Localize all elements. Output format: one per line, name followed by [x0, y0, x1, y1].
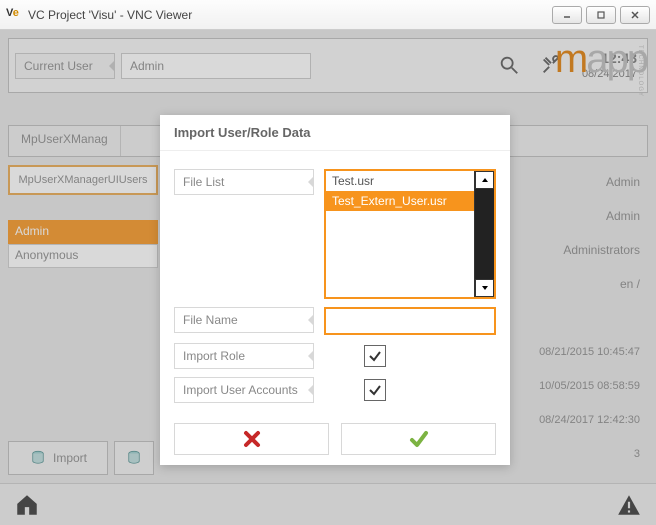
file-list-scrollbar[interactable]: [474, 171, 494, 297]
window-titlebar: Ve VC Project 'Visu' - VNC Viewer: [0, 0, 656, 30]
import-dialog: Import User/Role Data File List Test.usr…: [160, 115, 510, 465]
home-icon[interactable]: [14, 492, 40, 518]
dialog-title: Import User/Role Data: [160, 115, 510, 151]
import-user-accounts-checkbox[interactable]: [364, 379, 386, 401]
app-icon: Ve: [6, 7, 22, 23]
maximize-button[interactable]: [586, 6, 616, 24]
list-item[interactable]: Admin: [8, 220, 158, 244]
warning-icon[interactable]: [616, 492, 642, 518]
app-header: Current User Admin 12:43 08/24/2017 mapp…: [8, 38, 648, 93]
import-button-2[interactable]: [114, 441, 154, 475]
file-list-item[interactable]: Test.usr: [326, 171, 474, 191]
check-icon: [368, 349, 382, 363]
file-list: Test.usrTest_Extern_User.usr: [324, 169, 496, 299]
bg-user-list: Admin Anonymous: [8, 220, 158, 268]
bg-side-tab[interactable]: MpUserXManagerUIUsers: [8, 165, 158, 195]
import-role-checkbox[interactable]: [364, 345, 386, 367]
file-name-label: File Name: [174, 307, 314, 333]
import-button[interactable]: Import: [8, 441, 108, 475]
close-button[interactable]: [620, 6, 650, 24]
app-footer: [0, 483, 656, 525]
database-icon: [125, 449, 143, 467]
list-item[interactable]: Anonymous: [8, 244, 158, 268]
scroll-track[interactable]: [475, 189, 494, 279]
file-list-box[interactable]: Test.usrTest_Extern_User.usr: [326, 171, 474, 297]
file-list-item[interactable]: Test_Extern_User.usr: [326, 191, 474, 211]
mapp-logo: mappTECHNOLOGY: [555, 37, 647, 82]
import-user-accounts-label: Import User Accounts: [174, 377, 314, 403]
check-icon: [368, 383, 382, 397]
confirm-button[interactable]: [341, 423, 496, 455]
file-list-label: File List: [174, 169, 314, 195]
check-icon: [409, 429, 429, 449]
import-role-label: Import Role: [174, 343, 314, 369]
cancel-button[interactable]: [174, 423, 329, 455]
current-user-value[interactable]: Admin: [121, 53, 311, 79]
bg-right-meta: Admin Admin Administrators en /: [498, 165, 648, 301]
file-name-input[interactable]: [324, 307, 496, 335]
bg-tab[interactable]: MpUserXManag: [9, 126, 121, 156]
database-icon: [29, 449, 47, 467]
bg-right-timestamps: 08/21/2015 10:45:47 10/05/2015 08:58:59 …: [498, 335, 648, 471]
minimize-button[interactable]: [552, 6, 582, 24]
search-icon[interactable]: [498, 54, 520, 76]
scroll-up-button[interactable]: [475, 171, 494, 189]
window-title: VC Project 'Visu' - VNC Viewer: [28, 8, 552, 22]
scroll-down-button[interactable]: [475, 279, 494, 297]
current-user-label: Current User: [15, 53, 115, 79]
cross-icon: [242, 429, 262, 449]
